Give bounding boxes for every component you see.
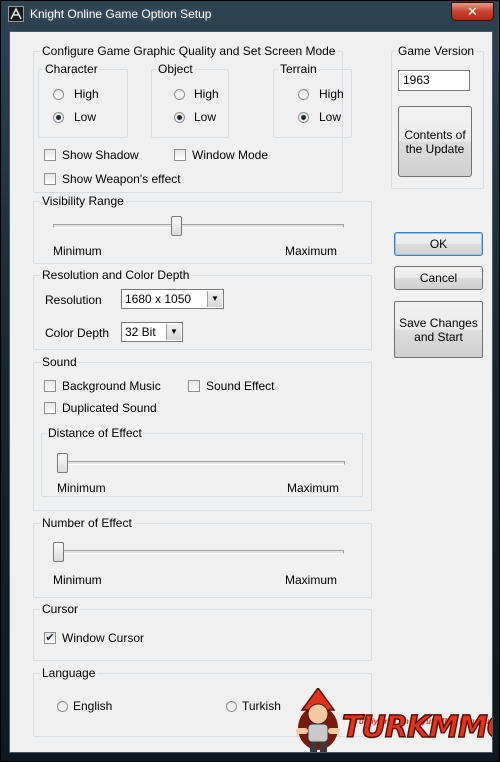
graphics-group: Configure Game Graphic Quality and Set S… — [33, 44, 352, 193]
number-of-effect-group: Number of Effect Minimum Maximum — [33, 516, 372, 598]
duplicated-sound-label: Duplicated Sound — [62, 401, 157, 415]
contents-of-update-button[interactable]: Contents of the Update — [398, 106, 472, 177]
cancel-label: Cancel — [419, 271, 458, 285]
background-music-label: Background Music — [62, 379, 161, 393]
visibility-max-label: Maximum — [285, 244, 338, 258]
show-weapon-effect-label: Show Weapon's effect — [62, 172, 181, 186]
graphics-legend: Configure Game Graphic Quality and Set S… — [40, 44, 338, 58]
color-depth-label: Color Depth — [45, 326, 110, 340]
distance-effect-group: Distance of Effect Minimum Maximum — [41, 426, 363, 497]
cancel-button[interactable]: Cancel — [394, 266, 483, 290]
english-label: English — [73, 699, 113, 713]
effect-slider-track[interactable] — [53, 550, 344, 554]
terrain-group: Terrain High Low — [273, 62, 352, 138]
game-version-group: Game Version 1963 Contents of the Update — [391, 44, 484, 189]
english-radio[interactable] — [57, 701, 68, 712]
app-window: Knight Online Game Option Setup ✕ Config… — [0, 0, 500, 762]
terrain-legend: Terrain — [278, 62, 319, 76]
distance-effect-legend: Distance of Effect — [46, 426, 144, 440]
resolution-select[interactable]: 1680 x 1050 ▼ — [121, 289, 224, 309]
game-version-legend: Game Version — [396, 44, 477, 58]
app-icon — [8, 6, 24, 22]
object-low-label: Low — [194, 110, 217, 124]
visibility-slider-track[interactable] — [53, 224, 344, 228]
background-music-checkbox[interactable] — [44, 380, 56, 392]
game-version-field[interactable]: 1963 — [398, 70, 470, 91]
character-high-label: High — [74, 87, 99, 101]
visibility-range-legend: Visibility Range — [40, 194, 126, 208]
character-legend: Character — [43, 62, 100, 76]
show-shadow-checkbox[interactable] — [44, 149, 56, 161]
save-and-start-button[interactable]: Save Changes and Start — [394, 301, 483, 358]
object-group: Object High Low — [151, 62, 229, 138]
resolution-value: 1680 x 1050 — [125, 292, 192, 306]
chevron-down-icon: ▼ — [207, 291, 222, 307]
distance-max-label: Maximum — [287, 481, 340, 495]
visibility-range-group: Visibility Range Minimum Maximum — [33, 194, 372, 264]
language-legend: Language — [40, 666, 98, 680]
effect-slider-thumb[interactable] — [53, 542, 64, 562]
terrain-high-label: High — [319, 87, 344, 101]
duplicated-sound-checkbox[interactable] — [44, 402, 56, 414]
object-high-label: High — [194, 87, 219, 101]
terrain-low-radio[interactable] — [298, 112, 309, 123]
character-high-radio[interactable] — [53, 89, 64, 100]
window-title: Knight Online Game Option Setup — [30, 7, 212, 21]
number-of-effect-legend: Number of Effect — [40, 516, 134, 530]
close-icon: ✕ — [467, 4, 478, 19]
title-bar[interactable]: Knight Online Game Option Setup ✕ — [1, 1, 500, 27]
effect-min-label: Minimum — [53, 573, 102, 587]
turkish-radio[interactable] — [226, 701, 237, 712]
visibility-min-label: Minimum — [53, 244, 102, 258]
distance-slider-track[interactable] — [57, 461, 345, 465]
color-depth-select[interactable]: 32 Bit ▼ — [121, 322, 183, 342]
object-high-radio[interactable] — [174, 89, 185, 100]
character-low-radio[interactable] — [53, 112, 64, 123]
cursor-group: Cursor ✔ Window Cursor — [33, 602, 372, 661]
window-mode-checkbox[interactable] — [174, 149, 186, 161]
object-legend: Object — [156, 62, 195, 76]
color-depth-value: 32 Bit — [125, 325, 156, 339]
turkish-label: Turkish — [242, 699, 281, 713]
ok-button[interactable]: OK — [394, 232, 483, 256]
distance-slider-thumb[interactable] — [57, 453, 68, 473]
terrain-high-radio[interactable] — [298, 89, 309, 100]
sound-effect-checkbox[interactable] — [188, 380, 200, 392]
resolution-label: Resolution — [45, 293, 102, 307]
watermark-brand: TURKMMO — [341, 709, 492, 746]
character-group: Character High Low — [38, 62, 128, 138]
character-low-label: Low — [74, 110, 97, 124]
show-shadow-label: Show Shadow — [62, 148, 139, 162]
save-and-start-label: Save Changes and Start — [399, 315, 478, 344]
distance-min-label: Minimum — [57, 481, 106, 495]
cursor-legend: Cursor — [40, 602, 81, 616]
effect-max-label: Maximum — [285, 573, 338, 587]
close-button[interactable]: ✕ — [451, 2, 494, 21]
object-low-radio[interactable] — [174, 112, 185, 123]
window-cursor-label: Window Cursor — [62, 631, 145, 645]
sound-group: Sound Background Music Sound Effect Dupl… — [33, 355, 372, 511]
sound-legend: Sound — [40, 355, 79, 369]
ok-label: OK — [429, 237, 448, 251]
client-area: Configure Game Graphic Quality and Set S… — [9, 31, 493, 753]
resolution-group: Resolution and Color Depth Resolution 16… — [33, 268, 372, 350]
visibility-slider-thumb[interactable] — [170, 216, 182, 236]
resolution-legend: Resolution and Color Depth — [40, 268, 192, 282]
sound-effect-label: Sound Effect — [206, 379, 275, 393]
chevron-down-icon: ▼ — [166, 324, 181, 340]
contents-of-update-label: Contents of the Update — [404, 127, 466, 156]
show-weapon-effect-checkbox[interactable] — [44, 173, 56, 185]
window-mode-label: Window Mode — [192, 148, 269, 162]
terrain-low-label: Low — [319, 110, 342, 124]
window-cursor-checkbox[interactable]: ✔ — [44, 632, 56, 644]
